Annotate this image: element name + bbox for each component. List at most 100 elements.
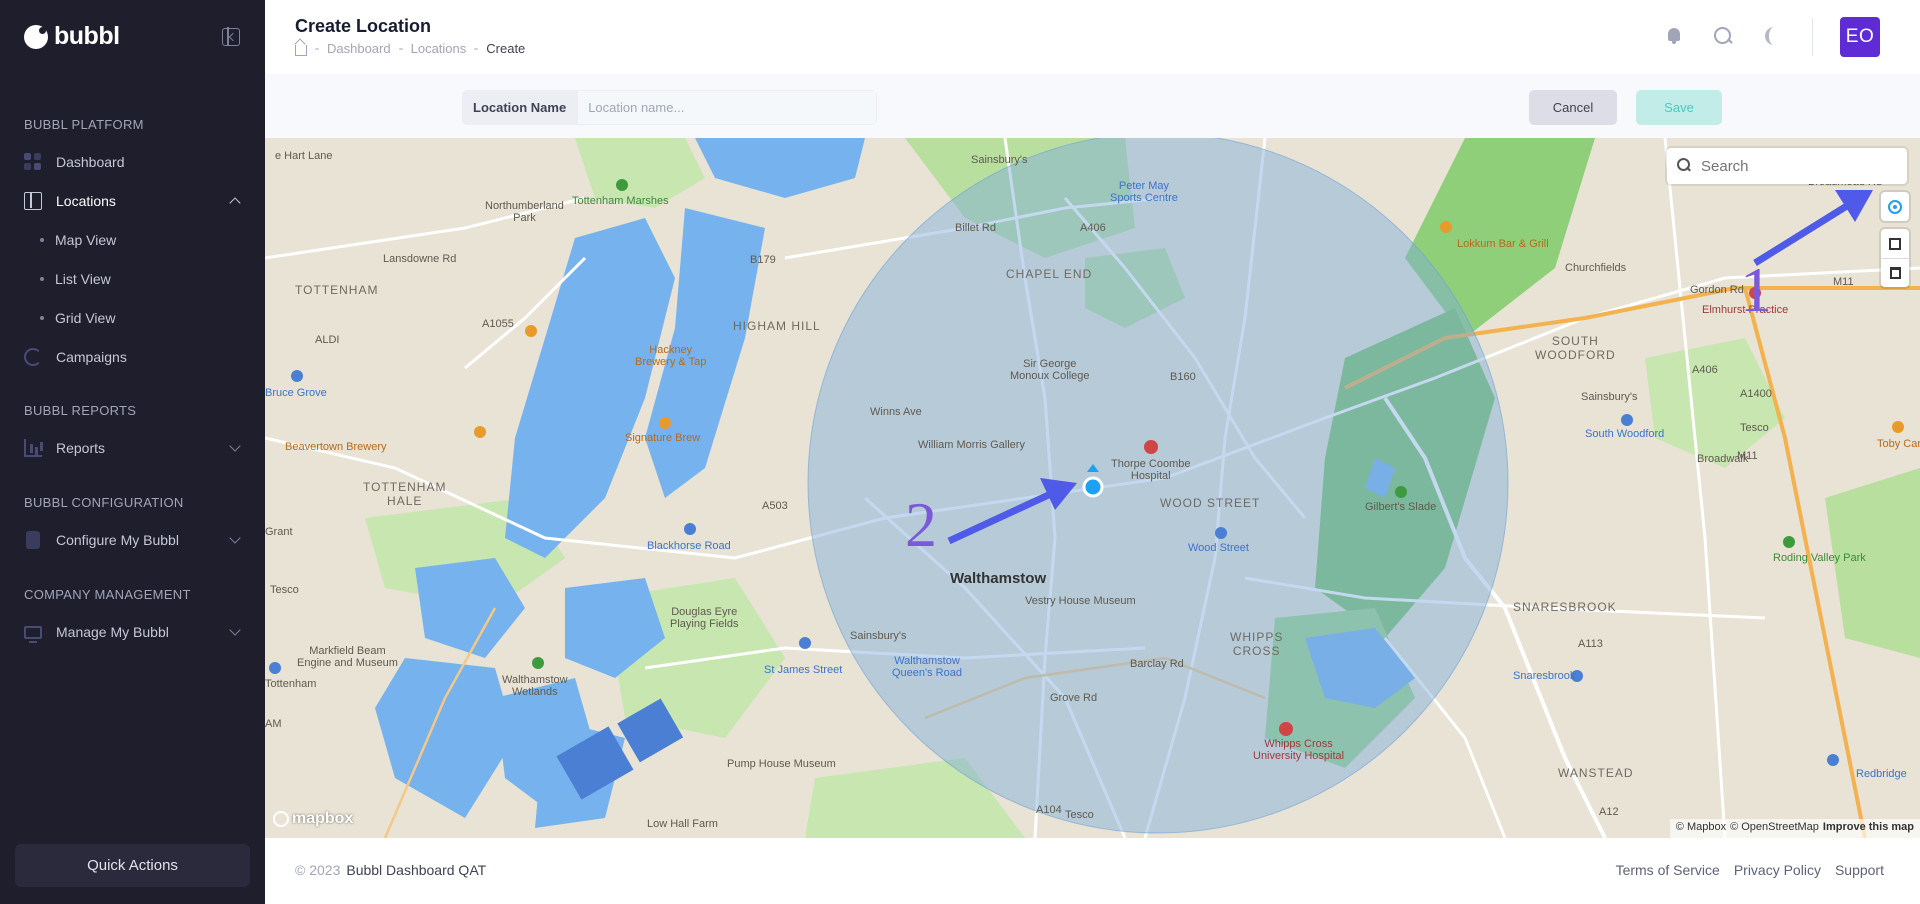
mapbox-logo-icon [273, 811, 289, 827]
header-divider [1812, 18, 1813, 56]
map-label-wood-street-station: Wood Street [1188, 542, 1249, 554]
theme-toggle-icon[interactable] [1762, 26, 1782, 46]
privacy-link[interactable]: Privacy Policy [1734, 862, 1821, 878]
map-label-lokkum: Lokkum Bar & Grill [1457, 238, 1549, 250]
map-label-aldi: ALDI [315, 334, 340, 346]
map-label-wood-street: WOOD STREET [1160, 496, 1261, 510]
sidebar-item-reports[interactable]: Reports [0, 432, 265, 464]
bubbl-logo-icon [24, 24, 48, 49]
sidebar-subitem-map-view[interactable]: Map View [0, 224, 265, 256]
chevron-up-icon [229, 197, 241, 209]
save-button[interactable]: Save [1636, 90, 1722, 125]
map-basemap [265, 138, 1920, 838]
brand-logo[interactable]: bubbl [24, 22, 120, 51]
terms-link[interactable]: Terms of Service [1616, 862, 1720, 878]
attribution-mapbox[interactable]: © Mapbox [1676, 821, 1726, 836]
mapbox-logo-text: mapbox [292, 810, 354, 827]
draw-polygon-button[interactable] [1881, 229, 1909, 258]
map-label-tesco-bottom: Tesco [1065, 809, 1094, 821]
monitor-icon [24, 625, 42, 643]
search-icon[interactable] [1713, 26, 1733, 46]
map-label-snaresbrook-station: Snaresbrook [1513, 670, 1576, 682]
map-label-hart-lane: e Hart Lane [275, 150, 333, 162]
user-avatar[interactable]: EO [1840, 17, 1880, 57]
notification-bell-icon[interactable] [1664, 26, 1684, 46]
sidebar-item-label: Configure My Bubbl [56, 532, 179, 548]
section-title-company: COMPANY MANAGEMENT [24, 587, 191, 602]
map-label-william-morris: William Morris Gallery [918, 439, 1025, 451]
map-attribution: © Mapbox © OpenStreetMap Improve this ma… [1669, 819, 1920, 838]
form-toolbar: Location Name Cancel Save [265, 74, 1920, 138]
map-label-billet-rd: Billet Rd [955, 222, 996, 234]
map-label-st-james-street: St James Street [764, 664, 843, 676]
map-label-blackhorse-road: Blackhorse Road [647, 540, 731, 552]
map-label-gordon-rd: Gordon Rd [1690, 284, 1744, 296]
section-title-platform: BUBBL PLATFORM [24, 117, 144, 132]
map-label-bruce-grove: Bruce Grove [265, 387, 327, 399]
map-search-input[interactable] [1701, 157, 1891, 175]
map-label-roding-valley: Roding Valley Park [1773, 552, 1866, 564]
sidebar-item-label: Manage My Bubbl [56, 624, 169, 640]
search-icon [1677, 158, 1691, 172]
sidebar-item-dashboard[interactable]: Dashboard [0, 146, 265, 178]
annotation-2: 2 [905, 489, 937, 560]
map-label-a406b: A406 [1692, 364, 1718, 376]
sidebar-subitem-grid-view[interactable]: Grid View [0, 302, 265, 334]
breadcrumb-locations[interactable]: Locations [411, 41, 467, 56]
map-label-a503: A503 [762, 500, 788, 512]
map-label-a1400: A1400 [1740, 388, 1772, 400]
map-label-gilberts-slade: Gilbert's Slade [1365, 501, 1437, 513]
map-search-box[interactable] [1667, 148, 1907, 184]
sidebar: bubbl BUBBL PLATFORM Dashboard Locations… [0, 0, 265, 904]
quick-actions-button[interactable]: Quick Actions [15, 844, 250, 887]
sidebar-item-label: Campaigns [56, 349, 127, 365]
map-label-sainsburys-mid: Sainsbury's [850, 630, 907, 642]
map-label-tesco-right: Tesco [1740, 422, 1769, 434]
location-name-group: Location Name [462, 90, 878, 125]
map-label-sainsburys-top: Sainsbury's [971, 154, 1028, 166]
bullet-icon [40, 238, 44, 242]
improve-map-link[interactable]: Improve this map [1823, 821, 1914, 836]
sidebar-item-manage[interactable]: Manage My Bubbl [0, 616, 265, 648]
map-label-grove-rd: Grove Rd [1050, 692, 1098, 704]
breadcrumb-dashboard[interactable]: Dashboard [327, 41, 391, 56]
geolocate-button[interactable] [1881, 192, 1909, 221]
support-link[interactable]: Support [1835, 862, 1884, 878]
annotation-1: 1 [1740, 254, 1772, 325]
breadcrumb-separator [474, 47, 479, 50]
home-icon[interactable] [295, 44, 307, 56]
map-label-beavertown: Beavertown Brewery [285, 441, 387, 453]
cancel-button[interactable]: Cancel [1529, 90, 1617, 125]
breadcrumb-current: Create [486, 41, 526, 56]
sidebar-subitem-list-view[interactable]: List View [0, 263, 265, 295]
location-name-input[interactable] [577, 90, 878, 125]
bullet-icon [40, 277, 44, 281]
sidebar-item-label: Locations [56, 193, 116, 209]
geolocate-control [1881, 192, 1909, 221]
attribution-osm[interactable]: © OpenStreetMap [1730, 821, 1819, 836]
sidebar-item-configure[interactable]: Configure My Bubbl [0, 524, 265, 556]
map-label-sir-george: Sir George Monoux College [1010, 358, 1090, 382]
breadcrumb: Dashboard Locations Create [295, 41, 525, 56]
map-label-northumberland-park: Northumberland Park [485, 200, 564, 224]
map-label-peter-may: Peter May Sports Centre [1110, 180, 1178, 204]
delete-shape-button[interactable] [1881, 258, 1909, 287]
map-canvas[interactable]: e Hart Lane Sainsbury's Tottenham Marshe… [265, 138, 1920, 838]
sidebar-item-label: Grid View [55, 310, 116, 326]
sidebar-item-locations[interactable]: Locations [0, 185, 265, 217]
map-label-hackney-brewery: Hackney Brewery & Tap [635, 344, 707, 368]
map-label-south-woodford-station: South Woodford [1585, 428, 1665, 440]
sidebar-collapse-icon[interactable] [222, 27, 240, 46]
sidebar-item-campaigns[interactable]: Campaigns [0, 341, 265, 373]
campaigns-icon [24, 348, 42, 366]
map-label-tottenham: TOTTENHAM [295, 283, 379, 297]
map-label-churchfields: Churchfields [1565, 262, 1627, 274]
map-label-a12: A12 [1599, 806, 1619, 818]
footer-org-link[interactable]: Bubbl Dashboard QAT [346, 862, 486, 878]
breadcrumb-separator [398, 47, 403, 50]
map-label-whipps-hospital: Whipps Cross University Hospital [1253, 738, 1345, 762]
footer: © 2023 Bubbl Dashboard QAT Terms of Servi… [265, 838, 1920, 904]
mapbox-logo[interactable]: mapbox [273, 810, 353, 828]
map-label-low-hall-farm: Low Hall Farm [647, 818, 718, 830]
map-label-tottenham-marshes: Tottenham Marshes [572, 195, 669, 207]
